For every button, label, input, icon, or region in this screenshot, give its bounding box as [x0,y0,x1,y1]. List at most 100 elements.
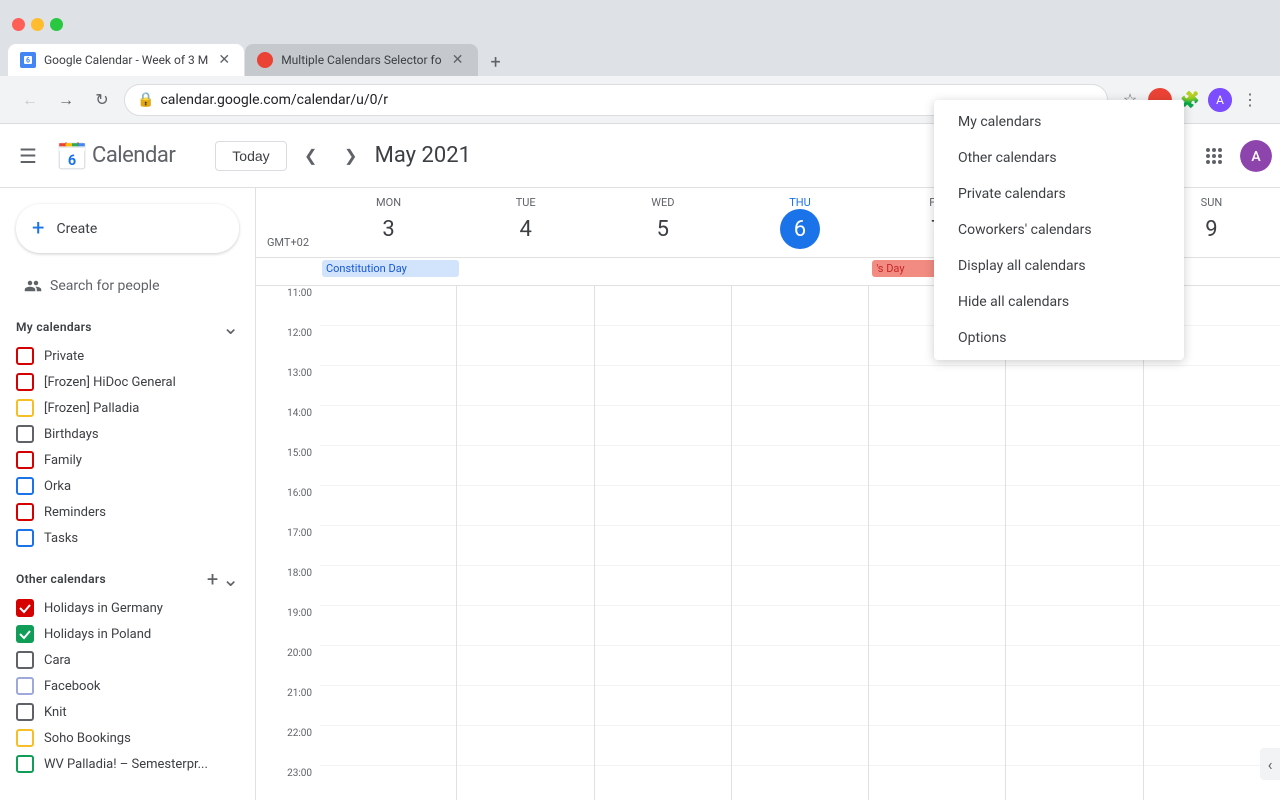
hour-cell-thu-21[interactable] [732,686,868,726]
hour-cell-sun-20[interactable] [1144,646,1280,686]
calendar-checkbox-holidays-germany[interactable] [16,599,34,617]
hamburger-menu[interactable]: ☰ [8,136,48,176]
hour-cell-tue-14[interactable] [457,406,593,446]
reload-button[interactable]: ↻ [88,86,116,114]
hour-cell-wed-12[interactable] [595,326,731,366]
hour-cell-mon-13[interactable] [320,366,456,406]
close-window-button[interactable] [12,18,25,31]
hour-cell-fri-20[interactable] [869,646,1005,686]
calendar-item-cara[interactable]: Cara [8,647,247,673]
hour-cell-mon-12[interactable] [320,326,456,366]
hour-cell-sun-18[interactable] [1144,566,1280,606]
hour-cell-tue-15[interactable] [457,446,593,486]
create-button[interactable]: + Create [16,204,239,253]
hour-cell-tue-12[interactable] [457,326,593,366]
hour-cell-sun-19[interactable] [1144,606,1280,646]
hour-cell-tue-17[interactable] [457,526,593,566]
calendar-item-soho[interactable]: Soho Bookings [8,725,247,751]
constitution-day-event[interactable]: Constitution Day [322,260,459,277]
hour-cell-wed-21[interactable] [595,686,731,726]
calendar-item-orka[interactable]: Orka [8,473,247,499]
calendar-checkbox-knit[interactable] [16,703,34,721]
calendar-item-holidays-poland[interactable]: Holidays in Poland [8,621,247,647]
calendar-checkbox-hidoc[interactable] [16,373,34,391]
hour-cell-sat-13[interactable] [1006,366,1142,406]
hour-cell-tue-23[interactable] [457,766,593,800]
hour-cell-thu-15[interactable] [732,446,868,486]
dropdown-item-hide-all[interactable]: Hide all calendars [934,284,1184,320]
hour-cell-mon-17[interactable] [320,526,456,566]
hour-cell-tue-19[interactable] [457,606,593,646]
google-apps-icon[interactable] [1196,138,1232,174]
hour-cell-sat-14[interactable] [1006,406,1142,446]
search-people-button[interactable]: Search for people [8,269,247,303]
day-num-wed[interactable]: 5 [643,209,683,249]
hour-cell-wed-14[interactable] [595,406,731,446]
day-num-mon[interactable]: 3 [369,209,409,249]
calendar-item-birthdays[interactable]: Birthdays [8,421,247,447]
hour-cell-tue-21[interactable] [457,686,593,726]
hour-cell-sun-14[interactable] [1144,406,1280,446]
day-num-sun[interactable]: 9 [1191,209,1231,249]
hour-cell-wed-23[interactable] [595,766,731,800]
hour-cell-tue-11[interactable] [457,286,593,326]
hour-cell-fri-23[interactable] [869,766,1005,800]
hour-cell-fri-17[interactable] [869,526,1005,566]
hour-cell-fri-14[interactable] [869,406,1005,446]
dropdown-item-coworkers-calendars[interactable]: Coworkers' calendars [934,212,1184,248]
hour-cell-wed-16[interactable] [595,486,731,526]
calendar-checkbox-holidays-poland[interactable] [16,625,34,643]
hour-cell-fri-15[interactable] [869,446,1005,486]
hour-cell-mon-21[interactable] [320,686,456,726]
hour-cell-thu-16[interactable] [732,486,868,526]
hour-cell-tue-18[interactable] [457,566,593,606]
calendar-checkbox-cara[interactable] [16,651,34,669]
calendar-item-holidays-germany[interactable]: Holidays in Germany [8,595,247,621]
calendar-item-family[interactable]: Family [8,447,247,473]
hour-cell-fri-16[interactable] [869,486,1005,526]
calendar-checkbox-birthdays[interactable] [16,425,34,443]
hour-cell-wed-20[interactable] [595,646,731,686]
hour-cell-sat-21[interactable] [1006,686,1142,726]
hour-cell-sat-20[interactable] [1006,646,1142,686]
hour-cell-sat-16[interactable] [1006,486,1142,526]
hour-cell-mon-15[interactable] [320,446,456,486]
calendar-checkbox-orka[interactable] [16,477,34,495]
hour-cell-sun-13[interactable] [1144,366,1280,406]
hour-cell-thu-12[interactable] [732,326,868,366]
calendar-checkbox-palladia[interactable] [16,399,34,417]
calendar-checkbox-tasks[interactable] [16,529,34,547]
hour-cell-thu-13[interactable] [732,366,868,406]
account-icon[interactable]: A [1208,88,1232,112]
add-other-calendar-button[interactable]: + [207,567,218,591]
hour-cell-mon-19[interactable] [320,606,456,646]
hour-cell-sat-22[interactable] [1006,726,1142,766]
calendar-checkbox-facebook[interactable] [16,677,34,695]
hour-cell-wed-22[interactable] [595,726,731,766]
hour-cell-wed-17[interactable] [595,526,731,566]
hour-cell-mon-20[interactable] [320,646,456,686]
hour-cell-mon-16[interactable] [320,486,456,526]
new-tab-button[interactable]: + [482,48,510,76]
calendar-item-facebook[interactable]: Facebook [8,673,247,699]
hour-cell-sun-21[interactable] [1144,686,1280,726]
tab-close-1[interactable]: ✕ [216,52,232,68]
hour-cell-tue-13[interactable] [457,366,593,406]
tab-close-2[interactable]: ✕ [450,52,466,68]
hour-cell-sat-15[interactable] [1006,446,1142,486]
hour-cell-thu-18[interactable] [732,566,868,606]
other-calendars-toggle[interactable]: ⌄ [222,567,239,591]
hour-cell-mon-11[interactable] [320,286,456,326]
hour-cell-sat-19[interactable] [1006,606,1142,646]
hour-cell-fri-21[interactable] [869,686,1005,726]
hour-cell-thu-23[interactable] [732,766,868,800]
hour-cell-fri-13[interactable] [869,366,1005,406]
hour-cell-tue-16[interactable] [457,486,593,526]
hour-cell-sat-18[interactable] [1006,566,1142,606]
hour-cell-thu-19[interactable] [732,606,868,646]
calendar-checkbox-wv-palladia[interactable] [16,755,34,773]
hour-cell-wed-13[interactable] [595,366,731,406]
calendar-item-hidoc[interactable]: [Frozen] HiDoc General [8,369,247,395]
chrome-menu-icon[interactable]: ⋮ [1236,86,1264,114]
calendar-checkbox-family[interactable] [16,451,34,469]
